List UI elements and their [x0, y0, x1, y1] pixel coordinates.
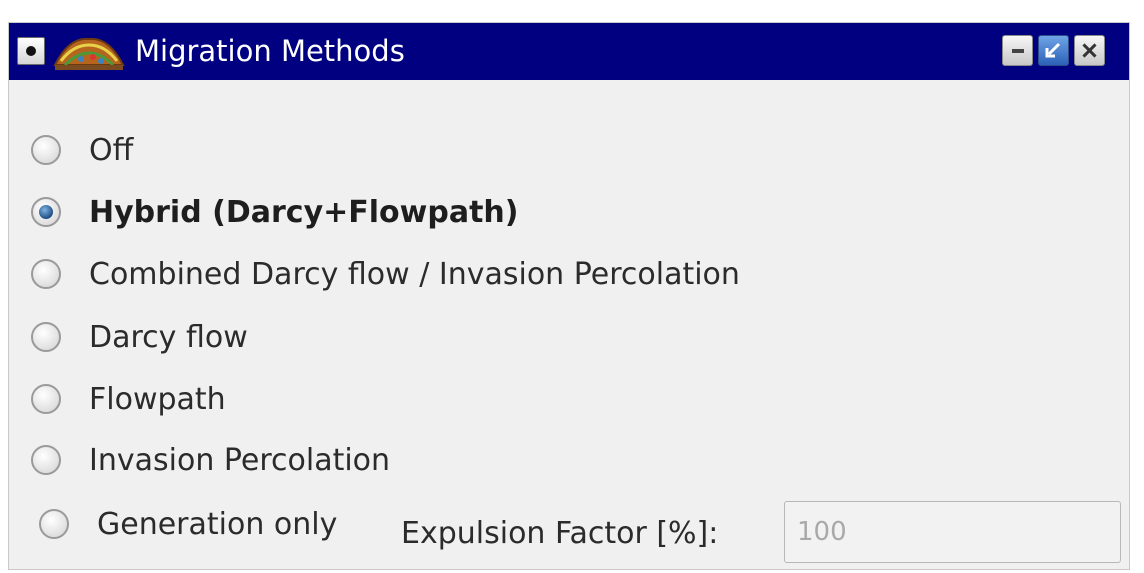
radio-label-invasion-percolation: Invasion Percolation [89, 442, 391, 478]
radio-button-flowpath[interactable] [31, 384, 61, 414]
radio-label-flowpath: Flowpath [89, 381, 226, 417]
radio-option-combined[interactable]: Combined Darcy flow / Invasion Percolati… [31, 252, 740, 296]
restore-arrow-icon [1045, 42, 1061, 58]
radio-label-combined: Combined Darcy flow / Invasion Percolati… [89, 256, 740, 292]
radio-button-darcy-flow[interactable] [31, 322, 61, 352]
radio-option-hybrid[interactable]: Hybrid (Darcy+Flowpath) [31, 190, 519, 234]
expulsion-factor-label: Expulsion Factor [%]: [401, 516, 719, 551]
radio-button-combined[interactable] [31, 259, 61, 289]
radio-button-hybrid[interactable] [31, 197, 61, 227]
radio-label-generation-only: Generation only [97, 506, 338, 542]
migration-methods-window: Migration Methods Off Hybrid (Darcy+Flow… [8, 22, 1130, 570]
window-menu-icon[interactable] [17, 37, 45, 65]
migration-app-icon [53, 37, 125, 70]
radio-label-off: Off [89, 132, 134, 168]
radio-label-darcy-flow: Darcy flow [89, 319, 248, 355]
radio-button-invasion-percolation[interactable] [31, 445, 61, 475]
expulsion-factor-input[interactable] [784, 501, 1121, 563]
radio-option-generation-only[interactable]: Generation only [39, 502, 337, 546]
window-title: Migration Methods [135, 34, 405, 68]
radio-label-hybrid: Hybrid (Darcy+Flowpath) [89, 194, 519, 230]
radio-option-off[interactable]: Off [31, 128, 133, 172]
radio-option-invasion-percolation[interactable]: Invasion Percolation [31, 438, 390, 482]
radio-button-off[interactable] [31, 135, 61, 165]
minimize-icon[interactable] [1002, 35, 1033, 66]
radio-option-darcy-flow[interactable]: Darcy flow [31, 315, 248, 359]
restore-icon[interactable] [1038, 35, 1069, 66]
radio-button-generation-only[interactable] [39, 509, 69, 539]
close-icon[interactable] [1074, 35, 1105, 66]
radio-option-flowpath[interactable]: Flowpath [31, 377, 226, 421]
title-bar[interactable]: Migration Methods [9, 23, 1129, 80]
